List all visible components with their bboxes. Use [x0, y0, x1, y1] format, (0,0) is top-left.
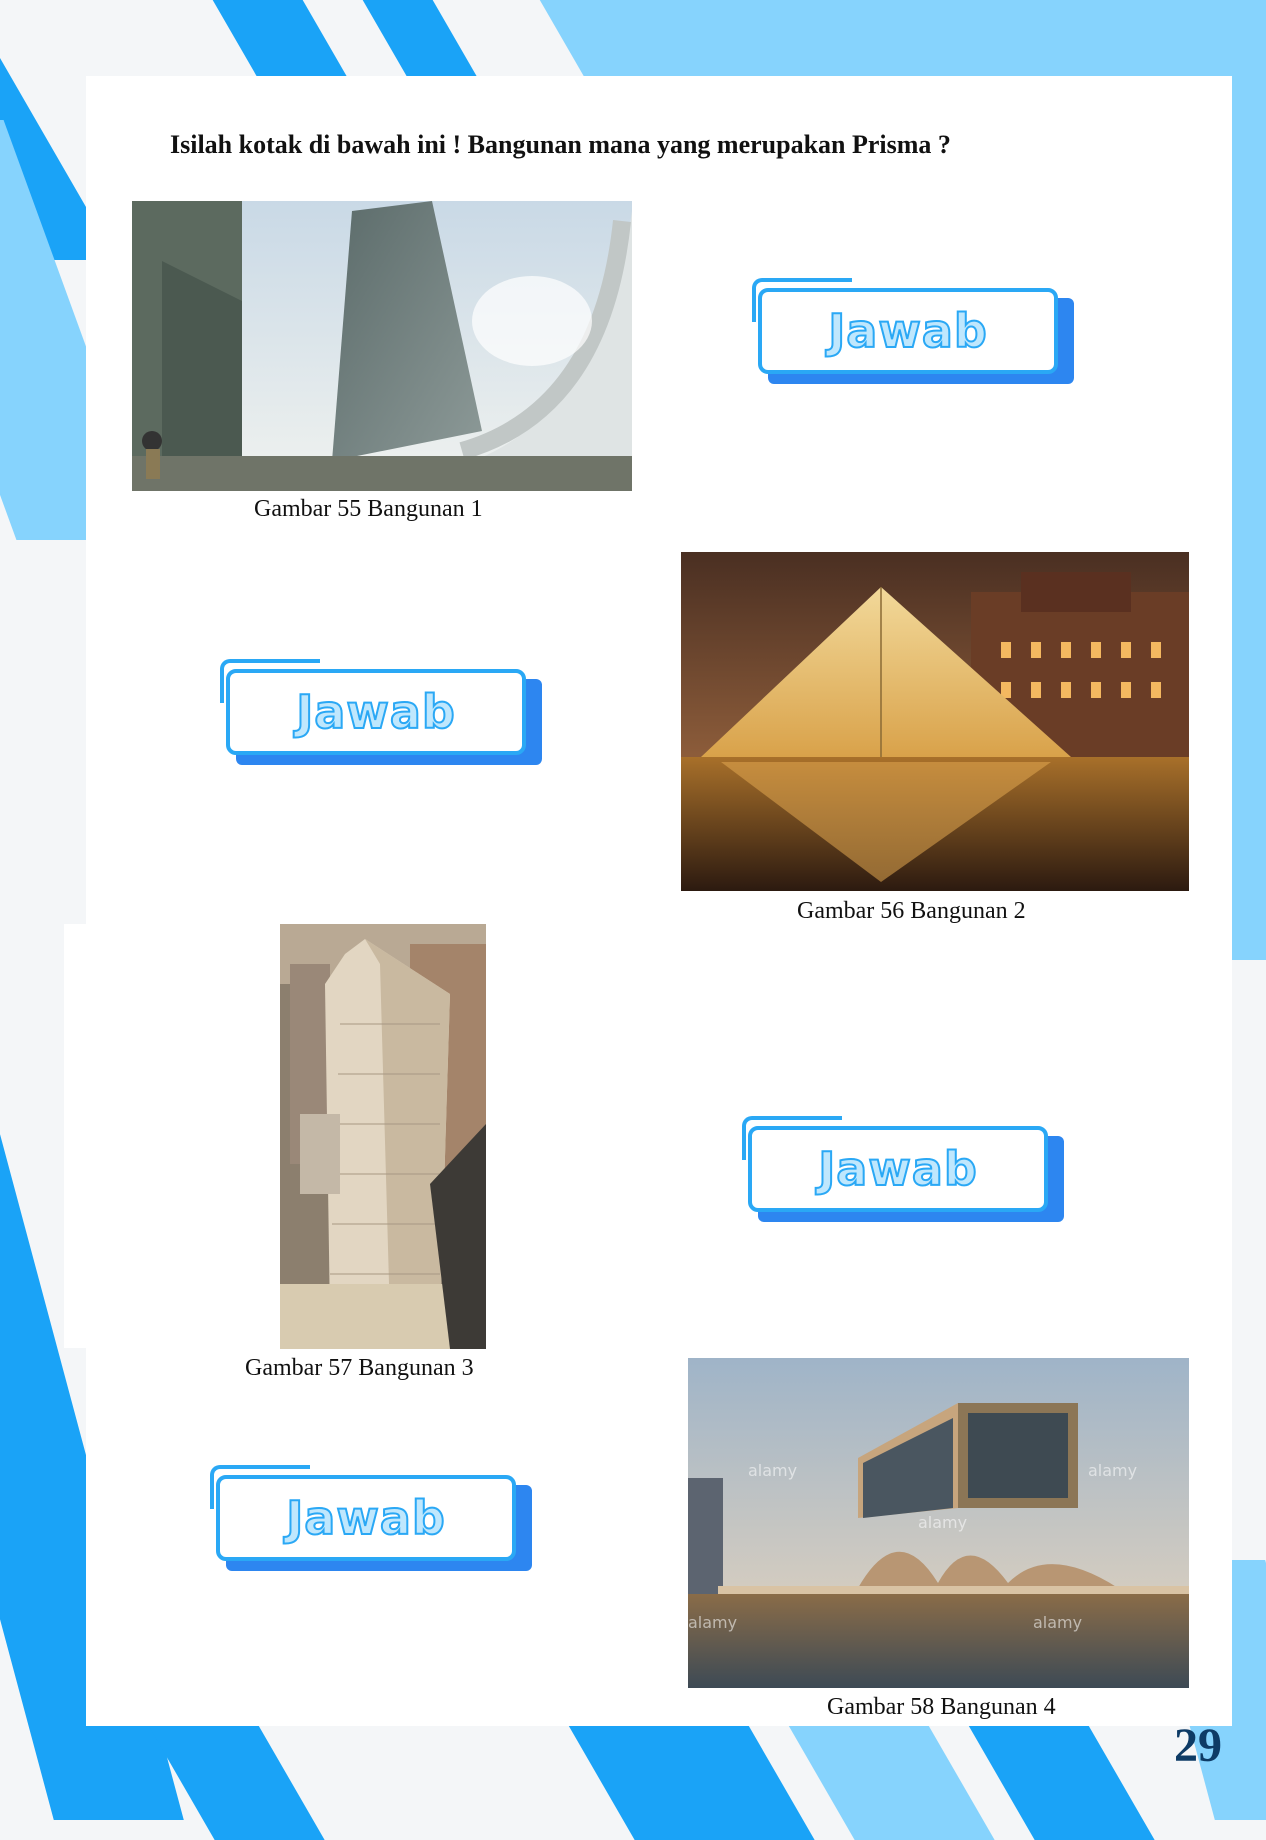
- jawab-button-label: Jawab: [817, 1141, 978, 1197]
- bg-stripe-bottom-2: [565, 1720, 815, 1840]
- question-text: Isilah kotak di bawah ini ! Bangunan man…: [170, 130, 951, 159]
- jawab-button-4[interactable]: Jawab: [210, 1465, 532, 1573]
- caption-bangunan-2: Gambar 56 Bangunan 2: [797, 898, 1026, 924]
- photo-bangunan-4: alamy alamy alamy alamy alamy: [688, 1358, 1189, 1688]
- bg-stripe-bottom-3: [785, 1720, 995, 1840]
- svg-text:alamy: alamy: [918, 1513, 967, 1532]
- photo-bangunan-1: [132, 201, 632, 491]
- jawab-button-label: Jawab: [285, 1490, 446, 1546]
- jawab-button-label: Jawab: [295, 684, 456, 740]
- bg-stripe-bottom-4: [965, 1720, 1155, 1840]
- jawab-button-3[interactable]: Jawab: [742, 1116, 1064, 1224]
- content-card-extension: [64, 924, 124, 1348]
- photo-bangunan-2: [681, 552, 1189, 891]
- svg-text:alamy: alamy: [1033, 1613, 1082, 1632]
- svg-text:alamy: alamy: [688, 1613, 737, 1632]
- svg-text:alamy: alamy: [1088, 1461, 1137, 1480]
- jawab-button-label: Jawab: [827, 303, 988, 359]
- caption-bangunan-4: Gambar 58 Bangunan 4: [827, 1694, 1056, 1720]
- jawab-button-1[interactable]: Jawab: [752, 278, 1074, 386]
- page-number: 29: [1174, 1719, 1222, 1772]
- photo-bangunan-3: [280, 924, 486, 1349]
- caption-bangunan-3: Gambar 57 Bangunan 3: [245, 1355, 474, 1381]
- svg-text:alamy: alamy: [748, 1461, 797, 1480]
- jawab-button-2[interactable]: Jawab: [220, 659, 542, 767]
- caption-bangunan-1: Gambar 55 Bangunan 1: [254, 496, 483, 522]
